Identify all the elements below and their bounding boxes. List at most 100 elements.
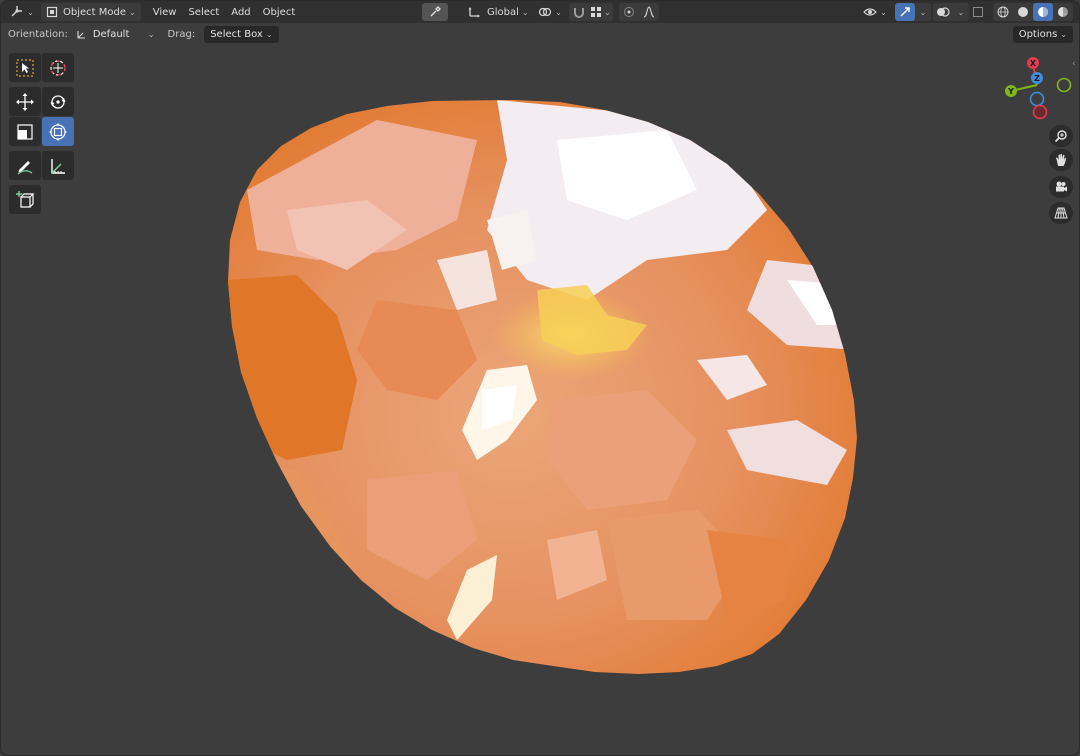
snapping-group: ⌄ — [569, 3, 613, 21]
camera-view-button[interactable] — [1049, 176, 1073, 198]
chevron-down-icon: ⌄ — [957, 7, 965, 17]
wireframe-shading-icon — [997, 6, 1009, 18]
eyedropper-icon — [430, 6, 441, 17]
cursor-tool[interactable] — [42, 53, 74, 82]
mode-selector[interactable]: Object Mode ⌄ — [41, 3, 141, 21]
header-menu: View Select Add Object — [147, 3, 302, 21]
transform-icon — [49, 122, 67, 141]
chevron-down-icon: ⌄ — [919, 7, 927, 17]
drag-value: Select Box — [210, 28, 263, 40]
menu-select[interactable]: Select — [182, 3, 225, 21]
zoom-icon — [1054, 130, 1067, 143]
visibility-button[interactable]: ⌄ — [861, 3, 889, 21]
move-tool[interactable] — [9, 87, 41, 116]
snap-toggle[interactable] — [569, 3, 589, 21]
transform-orientation-selector[interactable]: Global ⌄ — [463, 3, 534, 21]
gizmo-neg-x[interactable] — [1032, 104, 1048, 120]
chevron-down-icon: ⌄ — [265, 29, 273, 39]
overlay-icon — [937, 7, 950, 17]
options-dropdown[interactable]: Options ⌄ — [1012, 26, 1073, 43]
chevron-down-icon: ⌄ — [27, 7, 34, 17]
chevron-down-icon: ⌄ — [129, 7, 136, 17]
solid-shading-icon — [1018, 7, 1028, 17]
axes-editor-icon — [11, 6, 23, 17]
move-icon — [16, 92, 34, 111]
proportional-group — [619, 3, 659, 21]
textured-sphere-object[interactable] — [227, 100, 857, 674]
orientation-default-icon — [77, 31, 85, 39]
chevron-down-icon: ⌄ — [604, 7, 611, 17]
measure-tool[interactable] — [42, 151, 74, 180]
gizmo-y-label: Y — [1007, 87, 1014, 96]
xray-toggle[interactable] — [968, 3, 988, 21]
menu-object[interactable]: Object — [257, 3, 302, 21]
cursor-icon — [50, 59, 66, 76]
measure-ruler-icon — [51, 158, 65, 174]
snap-grid-icon — [591, 7, 602, 17]
object-mode-icon — [46, 6, 58, 18]
select-box-icon — [16, 58, 34, 77]
shading-wireframe[interactable] — [993, 3, 1013, 21]
add-cube-icon — [16, 190, 35, 208]
gizmo-neg-z[interactable] — [1029, 91, 1045, 107]
transform-orientation-label: Global — [487, 6, 519, 18]
shading-solid[interactable] — [1013, 3, 1033, 21]
pan-button[interactable] — [1049, 149, 1073, 171]
annotate-tool[interactable] — [9, 151, 41, 180]
chevron-down-icon: ⌄ — [147, 29, 155, 39]
rotate-icon — [50, 94, 66, 109]
shading-material-preview[interactable] — [1033, 3, 1053, 21]
visibility-icon — [863, 8, 877, 16]
material-preview-icon — [1038, 7, 1048, 17]
mode-label: Object Mode — [63, 6, 126, 18]
drag-label: Drag: — [167, 28, 196, 40]
scale-tool[interactable] — [9, 117, 41, 146]
orientation-dropdown[interactable]: Default ⌄ — [73, 26, 158, 43]
options-label: Options — [1018, 29, 1058, 40]
shading-dropdown[interactable]: ⌄ — [1057, 3, 1073, 21]
eyedropper-button[interactable] — [422, 3, 448, 21]
pivot-point-button[interactable]: ⌄ — [537, 3, 563, 21]
zoom-button[interactable] — [1049, 125, 1073, 147]
viewport-frame: ⌄ Object Mode ⌄ View Select Add Object G… — [0, 0, 1080, 756]
tool-settings-bar: Orientation: Default ⌄ Drag: Select Box … — [1, 23, 1079, 45]
perspective-toggle-button[interactable] — [1049, 202, 1073, 224]
chevron-down-icon: ⌄ — [1060, 30, 1067, 39]
proportional-toggle[interactable] — [619, 3, 639, 21]
drag-dropdown[interactable]: Select Box ⌄ — [204, 25, 279, 43]
editor-type-button[interactable]: ⌄ — [7, 3, 37, 21]
add-cube-tool[interactable] — [9, 185, 41, 214]
scale-icon — [17, 123, 33, 140]
chevron-down-icon: ⌄ — [521, 7, 529, 17]
proportional-falloff-icon — [643, 6, 655, 18]
xray-icon — [973, 7, 983, 17]
chevron-down-icon: ⌄ — [555, 7, 562, 17]
overlay-group: ⌄ — [933, 3, 969, 21]
overlay-toggle[interactable] — [933, 3, 953, 21]
proportional-falloff-selector[interactable] — [639, 3, 659, 21]
gizmo-icon — [900, 7, 910, 17]
snap-target-selector[interactable]: ⌄ — [589, 3, 613, 21]
orientation-icon — [468, 7, 480, 18]
hand-pan-icon — [1056, 153, 1066, 166]
chevron-down-icon: ⌄ — [1061, 7, 1069, 17]
select-box-tool[interactable] — [9, 53, 41, 82]
gizmo-neg-y[interactable] — [1056, 77, 1072, 93]
camera-icon — [1056, 181, 1067, 192]
gizmo-toggle[interactable] — [895, 3, 915, 21]
chevron-down-icon: ⌄ — [880, 7, 887, 17]
orientation-value: Default — [92, 28, 130, 40]
gizmo-group: ⌄ — [895, 3, 931, 21]
navigation-gizmo[interactable]: X Z Y — [997, 53, 1077, 125]
transform-tool[interactable] — [42, 117, 74, 146]
rotate-tool[interactable] — [42, 87, 74, 116]
orientation-label: Orientation: — [8, 28, 68, 40]
grid-perspective-icon — [1054, 207, 1068, 219]
menu-view[interactable]: View — [147, 3, 183, 21]
gizmo-dropdown[interactable]: ⌄ — [915, 3, 931, 21]
menu-add[interactable]: Add — [225, 3, 256, 21]
overlay-dropdown[interactable]: ⌄ — [953, 3, 969, 21]
gizmo-z-label: Z — [1034, 74, 1040, 83]
link-icon — [539, 7, 552, 17]
gizmo-x-label: X — [1030, 59, 1037, 68]
